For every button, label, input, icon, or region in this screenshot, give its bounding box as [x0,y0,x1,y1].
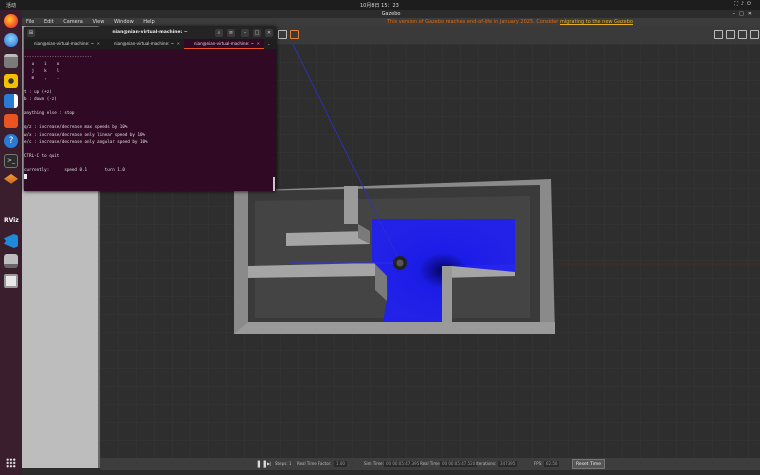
rtf-value: 1.00 [334,461,347,467]
menu-help[interactable]: Help [143,19,154,25]
text-cursor [24,174,27,180]
real-time-label: Real Time: [420,461,442,466]
terminal-line: --------------------------- [24,54,93,59]
desktop: 活动 10月8日 15：23 ⛶♪⏻ ? >_ RViz Gazebo –□✕ … [0,0,760,475]
power-icon[interactable]: ⏻ [747,1,754,7]
terminal-line: m , . [24,75,60,81]
step-icon[interactable]: ▶| [267,458,271,470]
window-controls[interactable]: –□✕ [733,10,756,18]
window-title: Gazebo [381,11,401,17]
reset-time-button[interactable]: Reset Time [572,459,606,469]
tab-close-icon[interactable]: ✕ [177,39,180,49]
layers-icon[interactable] [4,174,18,184]
terminal-line: e/c : increase/decrease only angular spe… [24,138,148,144]
rviz-icon[interactable]: RViz [4,214,19,228]
menu-view[interactable]: View [92,19,104,25]
terminal-line: currently: speed 0.1 turn 1.0 [24,166,125,172]
maximize-icon[interactable]: □ [739,11,748,17]
terminal-line: b : down (-z) [24,96,57,102]
tabs-dropdown-icon[interactable]: ⌄ [267,41,270,46]
system-tray[interactable]: ⛶♪⏻ [734,1,754,7]
rhythmbox-icon[interactable] [4,74,18,88]
minimize-icon[interactable]: – [241,29,249,37]
show-apps-icon[interactable] [6,458,16,468]
record-icon[interactable] [726,30,735,39]
maximize-icon[interactable]: □ [253,29,261,37]
menu-edit[interactable]: Edit [44,19,54,25]
menu-camera[interactable]: Camera [63,19,83,25]
drive-icon[interactable] [4,254,18,268]
terminal-title: nian@nian-virtual-machine: ~ [112,30,188,35]
terminal-tabs: nian@nian-virtual-machine: ~ ✕ nian@nian-… [24,39,276,49]
vscode-icon[interactable] [4,234,18,248]
activities-button[interactable]: 活动 [6,2,16,9]
search-icon[interactable]: ⌕ [215,29,223,37]
terminal-line: u i o [24,61,60,67]
firefox-icon[interactable] [4,14,18,28]
close-icon[interactable]: ✕ [748,11,756,17]
terminal-scrollbar[interactable] [273,177,275,191]
pause-icon[interactable]: ❚❚ [256,458,268,470]
tab-close-icon[interactable]: ✕ [257,39,260,49]
terminal-line: anything else : stop [24,110,75,116]
menu-file[interactable]: File [26,19,34,25]
steps-value[interactable]: 1 [289,458,292,470]
fps-value: 62.50 [544,461,560,467]
sim-time-label: Sim Time: [364,461,384,466]
gazebo-title-bar: Gazebo –□✕ [22,10,760,18]
sim-time-value: 00 00:05:47.395 [384,461,422,467]
thunderbird-icon[interactable] [4,33,18,47]
log-icon[interactable] [750,30,759,39]
migration-link[interactable]: migrating to the new Gazebo [560,19,633,25]
terminal-tab-3[interactable]: nian@nian-virtual-machine: ~ ✕ [184,39,264,49]
trash-icon[interactable] [4,274,18,288]
robot-model[interactable] [393,256,407,270]
dock: ? >_ RViz [0,10,22,475]
terminal-line: CTRL-C to quit [24,152,60,158]
iterations-value: 347395 [498,461,518,467]
terminal-tab-2[interactable]: nian@nian-virtual-machine: ~ ✕ [104,39,184,49]
deprecation-notice: This version of Gazebo reaches end-of-li… [387,18,633,26]
iterations-label: Iterations: [476,461,497,466]
rtf-label: Real Time Factor: [297,461,332,466]
terminal-icon[interactable]: >_ [4,154,18,168]
top-bar: 活动 10月8日 15：23 ⛶♪⏻ [0,0,760,10]
clock[interactable]: 10月8日 15：23 [360,2,399,9]
select-mode-icon[interactable] [278,30,287,39]
terminal-output[interactable]: --------------------------- u i o j k l … [24,51,272,191]
terminal-line: j k l [24,68,60,74]
terminal-tab-1[interactable]: nian@nian-virtual-machine: ~ ✕ [24,39,104,49]
real-time-value: 00 00:05:47.520 [440,461,478,467]
files-icon[interactable] [4,54,18,68]
menu-window[interactable]: Window [114,19,134,25]
steps-label: Steps: [275,461,288,466]
terminal-line: w/x : increase/decrease only linear spee… [24,131,146,137]
fps-label: FPS: [534,461,543,466]
software-center-icon[interactable] [4,114,18,128]
libreoffice-writer-icon[interactable] [4,94,18,108]
plot-icon[interactable] [738,30,747,39]
gazebo-status-bar: ❚❚ ▶| Steps: 1 Real Time Factor: 1.00 Si… [100,458,760,470]
hamburger-menu-icon[interactable]: ≡ [227,29,235,37]
deprecation-text: This version of Gazebo reaches end-of-li… [387,19,559,25]
tab-close-icon[interactable]: ✕ [97,39,100,49]
tab-label: nian@nian-virtual-machine: ~ [194,41,254,46]
terminal-header: ⊞ nian@nian-virtual-machine: ~ ⌕ ≡ – □ ✕ [24,27,276,39]
tab-label: nian@nian-virtual-machine: ~ [114,41,174,46]
translate-mode-icon[interactable] [290,30,299,39]
terminal-line: t : up (+z) [24,89,52,95]
terminal-cursor-line [24,173,272,180]
help-icon[interactable]: ? [4,134,18,148]
tab-label: nian@nian-virtual-machine: ~ [34,41,94,46]
close-icon[interactable]: ✕ [265,29,273,37]
gazebo-menubar: File Edit Camera View Window Help This v… [22,18,760,26]
camera-icon[interactable] [714,30,723,39]
terminal-window[interactable]: ⊞ nian@nian-virtual-machine: ~ ⌕ ≡ – □ ✕… [24,27,276,191]
terminal-line: q/z : increase/decrease max speeds by 10… [24,124,128,130]
